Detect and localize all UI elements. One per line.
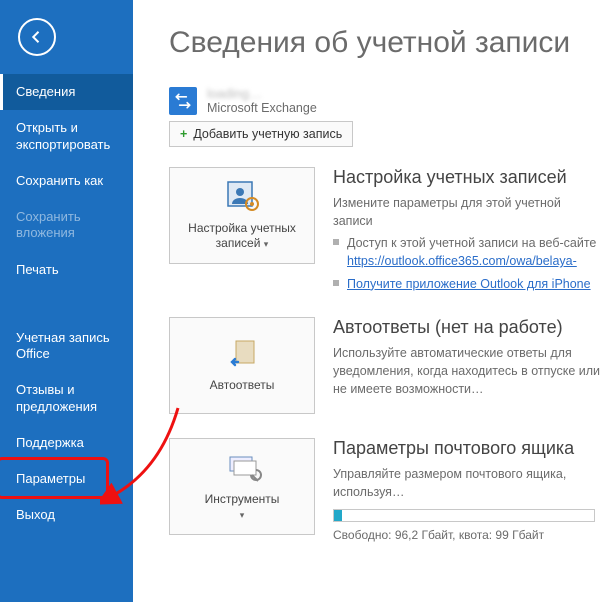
autoreply-icon [222,337,262,371]
quota-bar [333,509,595,522]
owa-link[interactable]: https://outlook.office365.com/owa/belaya… [347,254,577,268]
autoreply-desc: Используйте автоматические ответы для ув… [333,344,603,398]
backstage-sidebar: СведенияОткрыть и экспортироватьСохранит… [0,0,133,602]
sidebar-item-9[interactable]: Выход [0,497,133,533]
autoreply-title: Автоответы (нет на работе) [333,317,603,338]
sidebar-item-6[interactable]: Отзывы и предложения [0,372,133,425]
sidebar-item-1[interactable]: Открыть и экспортировать [0,110,133,163]
account-settings-icon [222,180,262,214]
account-settings-desc: Измените параметры для этой учетной запи… [333,194,603,230]
sidebar-item-7[interactable]: Поддержка [0,425,133,461]
add-account-label: Добавить учетную запись [193,127,342,141]
mobile-app-link[interactable]: Получите приложение Outlook для iPhone [347,277,591,291]
account-header: loading… Microsoft Exchange [169,86,603,115]
sidebar-item-2[interactable]: Сохранить как [0,163,133,199]
mailbox-desc: Управляйте размером почтового ящика, исп… [333,465,603,501]
exchange-icon [169,87,197,115]
quota-text: Свободно: 96,2 Гбайт, квота: 99 Гбайт [333,528,603,542]
mailbox-title: Параметры почтового ящика [333,438,603,459]
sidebar-item-5[interactable]: Учетная запись Office [0,320,133,373]
plus-icon: + [180,127,187,141]
sidebar-item-8[interactable]: Параметры [0,461,133,497]
sidebar-item-4[interactable]: Печать [0,252,133,288]
account-name: loading… [207,86,317,101]
sidebar-item-3: Сохранить вложения [0,199,133,252]
tools-icon [222,451,262,485]
sidebar-item-0[interactable]: Сведения [0,74,133,110]
autoreply-button[interactable]: Автоответы [169,317,315,414]
account-type: Microsoft Exchange [207,101,317,115]
account-settings-button[interactable]: Настройка учетных записей ▾ [169,167,315,264]
add-account-button[interactable]: + Добавить учетную запись [169,121,353,147]
main-panel: Сведения об учетной записи loading… Micr… [133,0,603,602]
account-settings-title: Настройка учетных записей [333,167,603,188]
page-title: Сведения об учетной записи [169,26,603,60]
tools-button[interactable]: Инструменты▾ [169,438,315,535]
back-button[interactable] [18,18,56,56]
